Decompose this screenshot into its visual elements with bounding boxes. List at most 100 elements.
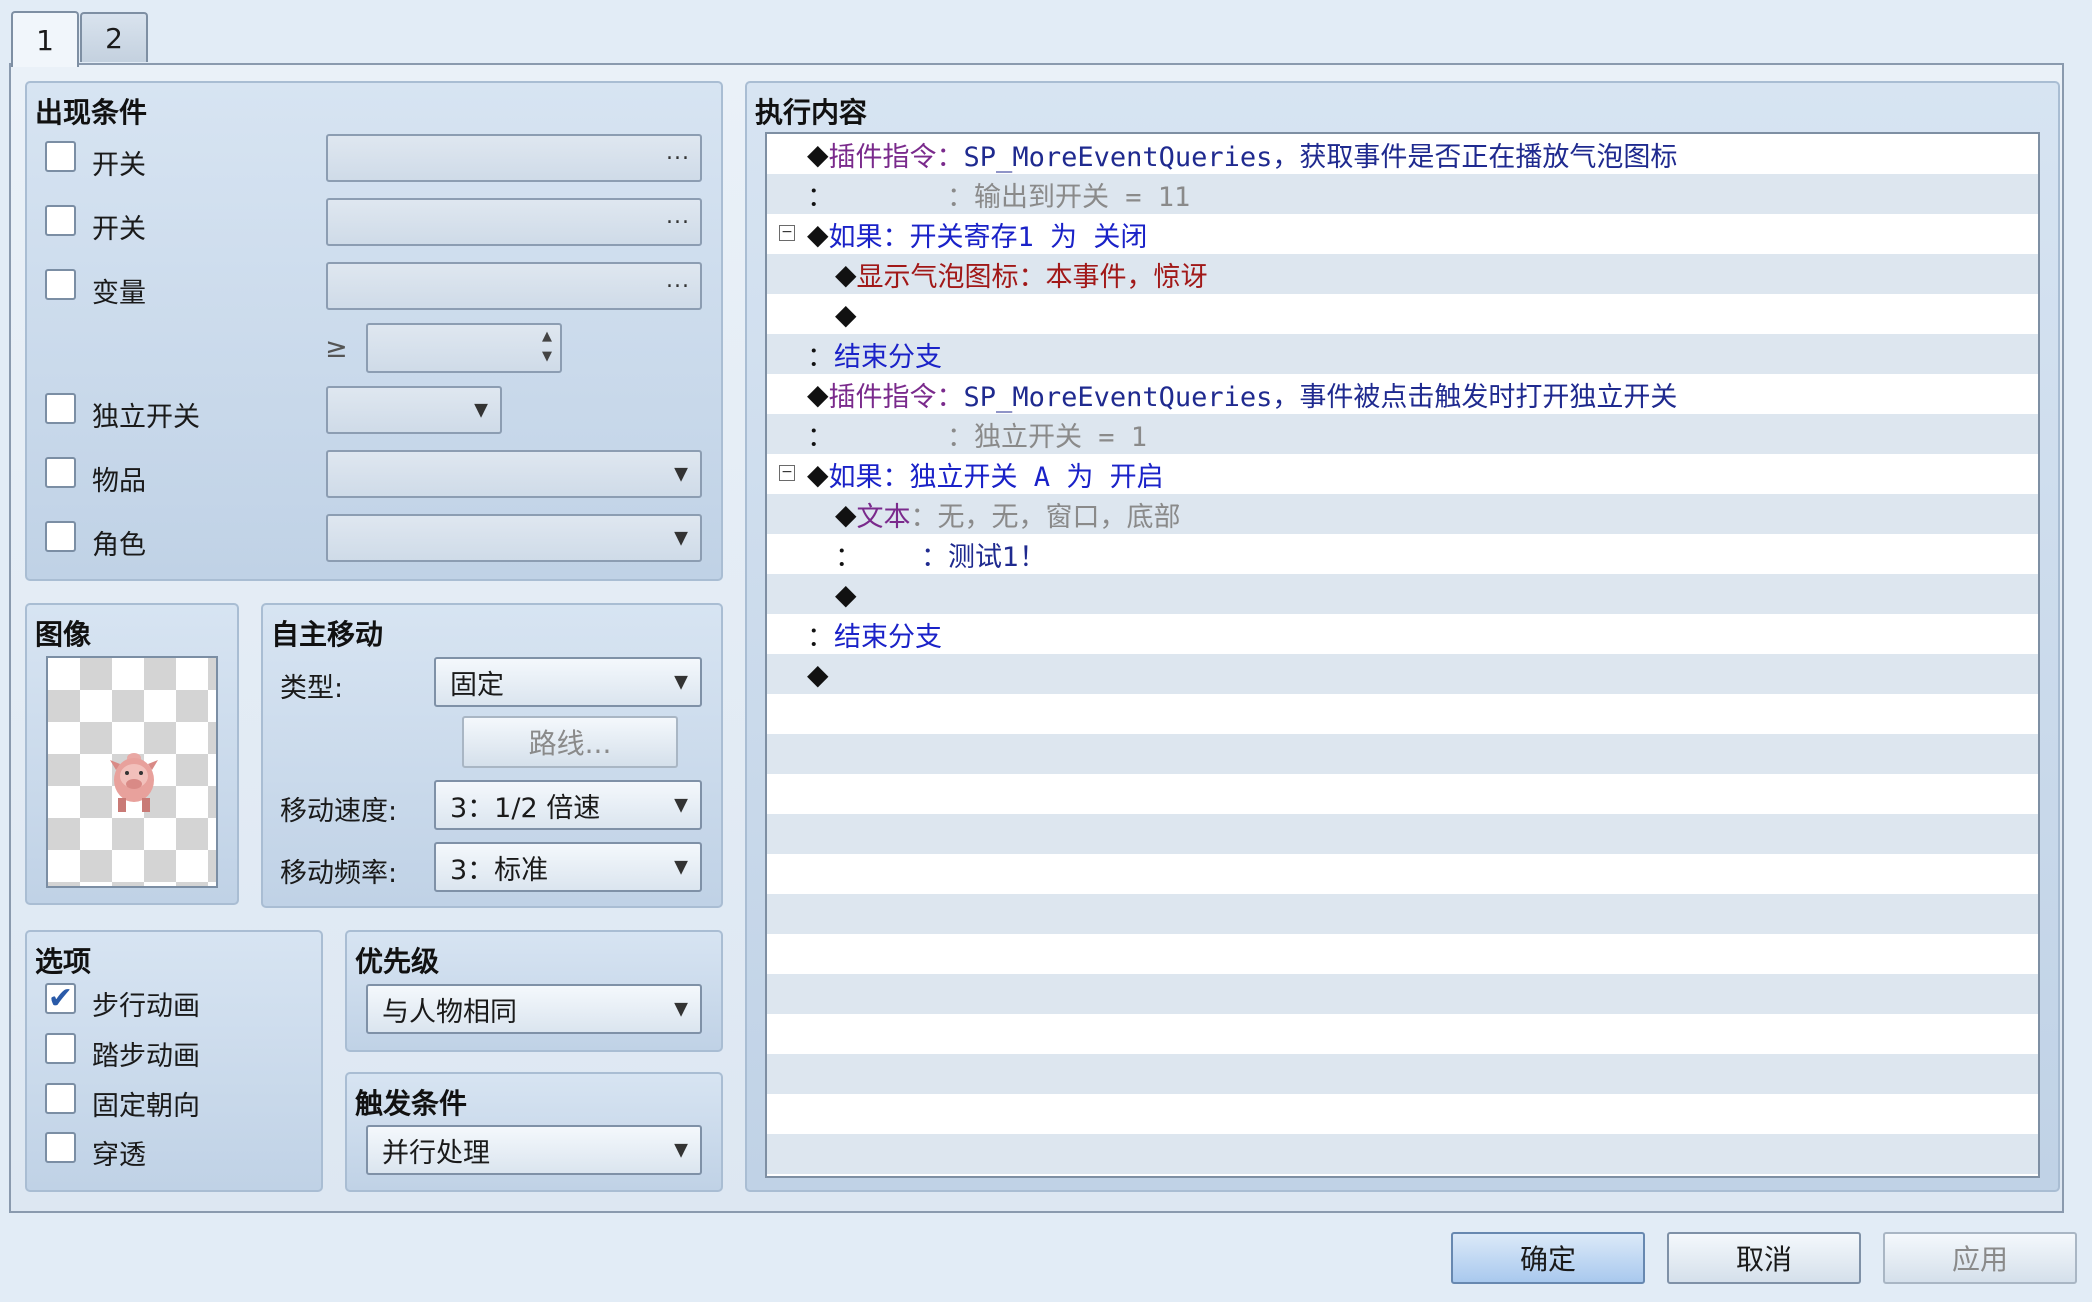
list-item-empty — [767, 1054, 2038, 1094]
switch2-field[interactable]: ... — [326, 198, 702, 246]
route-button[interactable]: 路线... — [462, 716, 678, 768]
direction-fix-label: 固定朝向 — [92, 1091, 200, 1122]
chevron-down-icon: ▼ — [674, 998, 688, 1020]
stepping-anim-checkbox[interactable] — [45, 1033, 76, 1064]
self-switch-label: 独立开关 — [92, 402, 200, 433]
list-item-empty — [767, 894, 2038, 934]
type-value: 固定 — [450, 669, 504, 701]
list-item[interactable]: ◆ — [767, 574, 2038, 614]
command-params: SP_MoreEventQueries，获取事件是否正在播放气泡图标 — [963, 141, 1678, 173]
list-item-empty — [767, 734, 2038, 774]
list-item[interactable]: − ◆ 如果： 开关寄存1 为 关闭 — [767, 214, 2038, 254]
switch2-label: 开关 — [92, 214, 146, 245]
apply-button[interactable]: 应用 — [1883, 1232, 2077, 1284]
through-checkbox[interactable] — [45, 1132, 76, 1163]
command-name: 如果： — [828, 221, 910, 253]
type-dropdown[interactable]: 固定 ▼ — [434, 657, 702, 707]
contents-title: 执行内容 — [755, 96, 868, 129]
list-item-empty — [767, 1014, 2038, 1054]
actor-checkbox[interactable] — [45, 521, 76, 552]
collapse-toggle-icon[interactable]: − — [779, 225, 795, 241]
self-switch-dropdown[interactable]: ▼ — [326, 386, 502, 434]
direction-fix-checkbox[interactable] — [45, 1083, 76, 1114]
command-params: ：输出到开关 = 11 — [947, 181, 1191, 213]
list-item-empty — [767, 1134, 2038, 1174]
collapse-toggle-icon[interactable]: − — [779, 465, 795, 481]
item-checkbox[interactable] — [45, 457, 76, 488]
list-item[interactable]: ◆ — [767, 294, 2038, 334]
chevron-down-icon: ▼ — [674, 856, 688, 878]
actor-dropdown[interactable]: ▼ — [326, 514, 702, 562]
list-item[interactable]: ◆ 插件指令： SP_MoreEventQueries，获取事件是否正在播放气泡图标 — [767, 134, 2038, 174]
actor-label: 角色 — [92, 530, 146, 561]
chevron-down-icon: ▼ — [674, 1139, 688, 1161]
command-params: ：独立开关 = 1 — [947, 421, 1148, 453]
ok-button[interactable]: 确定 — [1451, 1232, 1645, 1284]
tab-1[interactable]: 1 — [11, 11, 79, 67]
list-item[interactable]: ： ：输出到开关 = 11 — [767, 174, 2038, 214]
variable-ellipsis-button[interactable]: ... — [666, 268, 690, 293]
list-item[interactable]: ◆ 显示气泡图标： 本事件，惊讶 — [767, 254, 2038, 294]
walking-anim-checkbox[interactable]: ✔ — [45, 983, 76, 1014]
diamond-icon: ◆ — [807, 457, 829, 491]
type-label: 类型: — [280, 673, 344, 704]
variable-field[interactable]: ... — [326, 262, 702, 310]
chevron-down-icon: ▼ — [474, 399, 488, 421]
through-label: 穿透 — [92, 1140, 146, 1171]
command-name: 如果： — [828, 461, 910, 493]
list-item[interactable]: ◆ — [767, 654, 2038, 694]
list-item[interactable]: − ◆ 如果： 独立开关 A 为 开启 — [767, 454, 2038, 494]
command-name: 结束分支 — [834, 341, 942, 373]
command-name: 显示气泡图标： — [856, 261, 1046, 293]
item-dropdown[interactable]: ▼ — [326, 450, 702, 498]
list-item[interactable]: ◆ 插件指令： SP_MoreEventQueries，事件被点击触发时打开独立开关 — [767, 374, 2038, 414]
conditions-title: 出现条件 — [35, 96, 148, 129]
continuation-colon: ： — [807, 421, 834, 453]
cancel-button[interactable]: 取消 — [1667, 1232, 1861, 1284]
pig-sprite-icon — [110, 753, 158, 812]
event-image-preview[interactable] — [46, 656, 218, 888]
diamond-icon: ◆ — [807, 377, 829, 411]
list-item-empty — [767, 774, 2038, 814]
item-label: 物品 — [92, 466, 146, 497]
list-item-empty — [767, 814, 2038, 854]
command-params: ：测试1！ — [921, 541, 1047, 573]
autonomous-title: 自主移动 — [271, 618, 384, 651]
stepping-anim-label: 踏步动画 — [92, 1041, 200, 1072]
frequency-label: 移动频率: — [280, 858, 398, 889]
switch1-checkbox[interactable] — [45, 141, 76, 172]
switch2-checkbox[interactable] — [45, 205, 76, 236]
switch1-ellipsis-button[interactable]: ... — [666, 140, 690, 165]
list-item[interactable]: ◆ 文本 ：无，无，窗口，底部 — [767, 494, 2038, 534]
variable-value-spinner[interactable]: ▲ ▼ — [366, 323, 562, 373]
frequency-value: 3：标准 — [450, 854, 549, 886]
walking-anim-label: 步行动画 — [92, 991, 200, 1022]
list-item[interactable]: ： ：独立开关 = 1 — [767, 414, 2038, 454]
command-name: 文本 — [856, 501, 911, 533]
priority-dropdown[interactable]: 与人物相同 ▼ — [366, 984, 702, 1034]
self-switch-checkbox[interactable] — [45, 393, 76, 424]
spin-up-icon[interactable]: ▲ — [542, 329, 552, 344]
list-item[interactable]: ： ：测试1！ — [767, 534, 2038, 574]
event-command-list[interactable]: ◆ 插件指令： SP_MoreEventQueries，获取事件是否正在播放气泡图标… — [765, 132, 2040, 1178]
continuation-colon: ： — [807, 621, 834, 653]
diamond-icon: ◆ — [807, 137, 829, 171]
options-title: 选项 — [35, 945, 92, 978]
variable-checkbox[interactable] — [45, 269, 76, 300]
chevron-down-icon: ▼ — [674, 463, 688, 485]
list-item-empty — [767, 694, 2038, 734]
switch1-field[interactable]: ... — [326, 134, 702, 182]
speed-dropdown[interactable]: 3：1/2 倍速 ▼ — [434, 780, 702, 830]
frequency-dropdown[interactable]: 3：标准 ▼ — [434, 842, 702, 892]
diamond-icon: ◆ — [835, 257, 857, 291]
continuation-colon: ： — [807, 341, 834, 373]
list-item[interactable]: ：结束分支 — [767, 614, 2038, 654]
switch2-ellipsis-button[interactable]: ... — [666, 204, 690, 229]
list-item[interactable]: ：结束分支 — [767, 334, 2038, 374]
trigger-dropdown[interactable]: 并行处理 ▼ — [366, 1125, 702, 1175]
chevron-down-icon: ▼ — [674, 794, 688, 816]
command-params: 独立开关 A 为 开启 — [909, 461, 1164, 493]
trigger-title: 触发条件 — [355, 1087, 468, 1120]
spin-down-icon[interactable]: ▼ — [542, 349, 552, 364]
tab-2[interactable]: 2 — [80, 12, 148, 62]
